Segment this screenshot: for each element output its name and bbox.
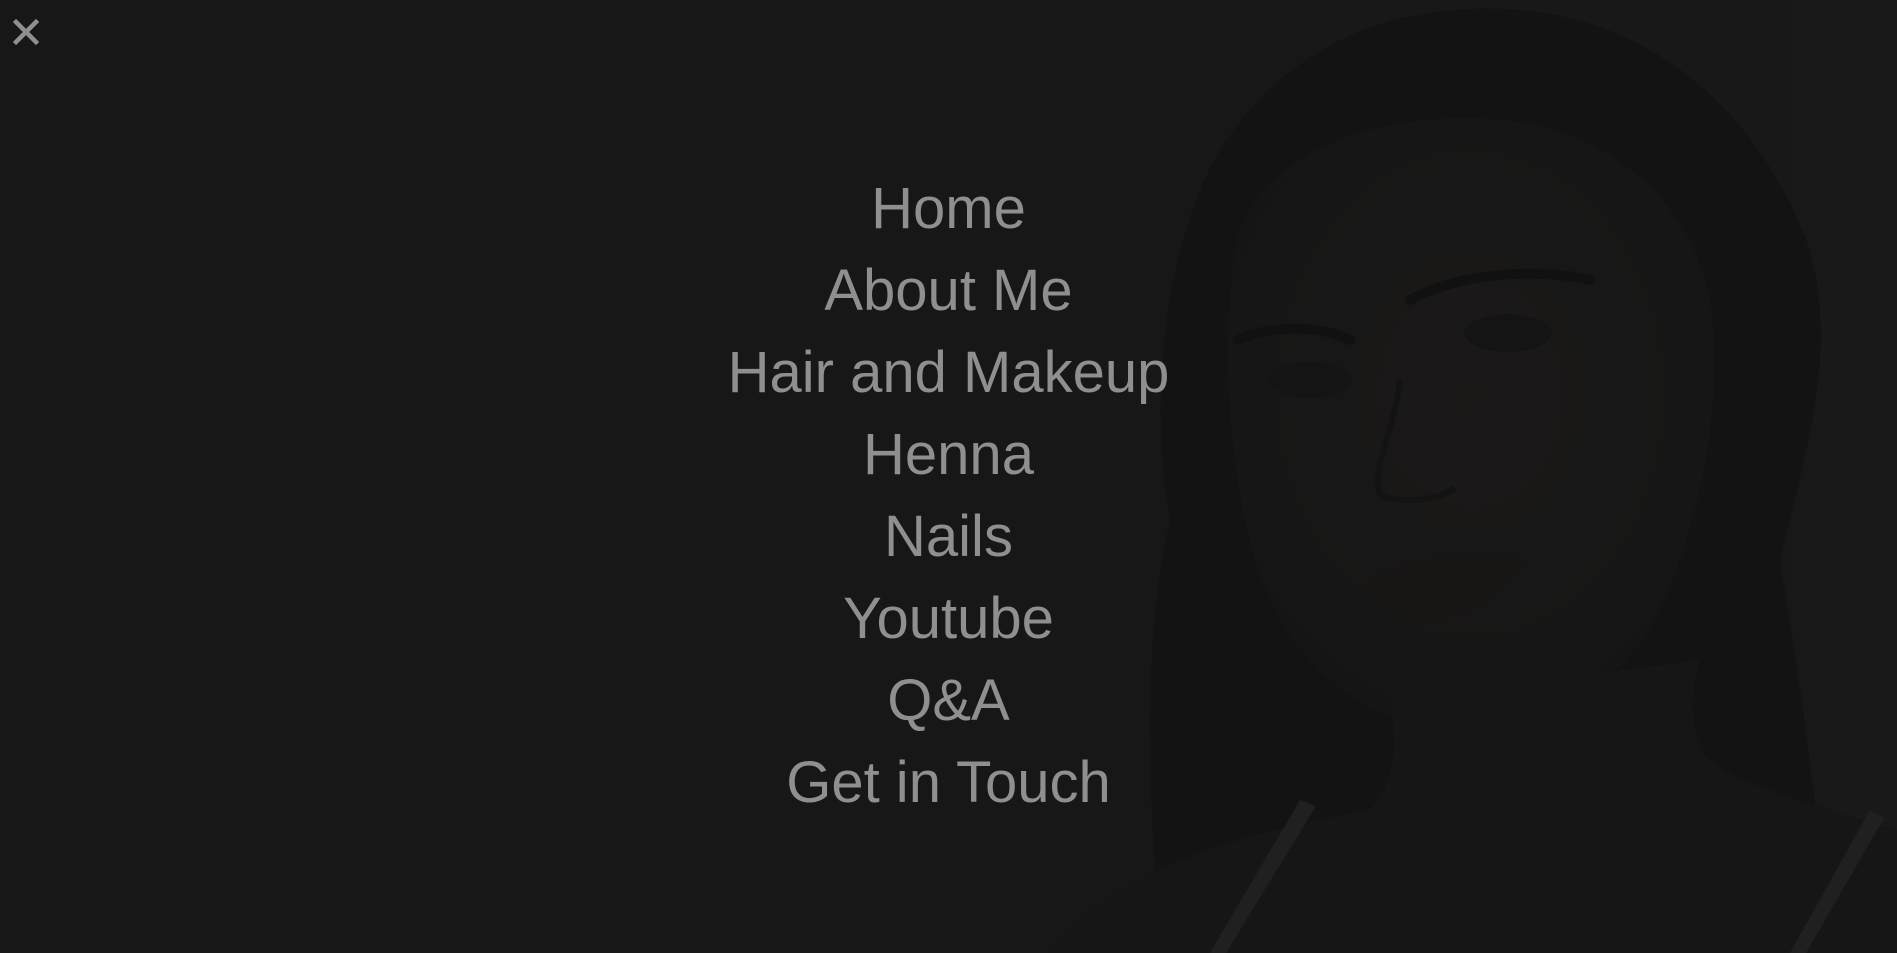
menu-item-home[interactable]: Home: [871, 168, 1026, 250]
menu-item-get-in-touch[interactable]: Get in Touch: [786, 742, 1111, 824]
menu-item-youtube[interactable]: Youtube: [843, 578, 1054, 660]
menu-item-hair-and-makeup[interactable]: Hair and Makeup: [728, 332, 1170, 414]
menu-item-nails[interactable]: Nails: [884, 496, 1013, 578]
menu-item-qa[interactable]: Q&A: [887, 660, 1010, 742]
menu-item-henna[interactable]: Henna: [863, 414, 1034, 496]
menu-overlay: Home About Me Hair and Makeup Henna Nail…: [0, 0, 1897, 953]
main-navigation-menu: Home About Me Hair and Makeup Henna Nail…: [0, 168, 1897, 824]
menu-item-about-me[interactable]: About Me: [824, 250, 1072, 332]
close-icon: [12, 18, 40, 46]
close-button[interactable]: [8, 14, 44, 50]
